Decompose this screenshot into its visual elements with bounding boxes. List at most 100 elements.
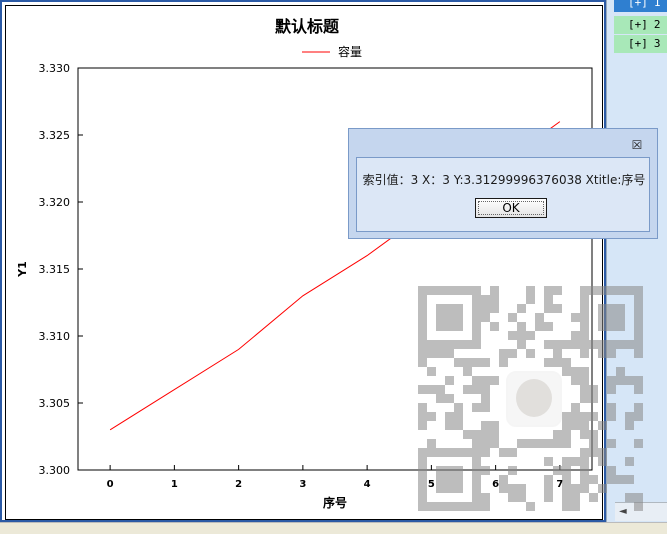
qr-module <box>454 502 463 511</box>
qr-module <box>427 349 436 358</box>
qr-module <box>589 430 598 439</box>
qr-module <box>463 340 472 349</box>
qr-module <box>517 484 526 493</box>
qr-module <box>490 430 499 439</box>
qr-module <box>580 466 589 475</box>
message-dialog: ☒ 索引值：3 X：3 Y:3.31299996376038 Xtitle:序号… <box>348 128 658 239</box>
qr-module <box>562 358 571 367</box>
qr-module <box>490 376 499 385</box>
qr-module <box>517 493 526 502</box>
qr-module <box>427 286 436 295</box>
qr-module <box>571 457 580 466</box>
qr-module <box>571 313 580 322</box>
qr-module <box>472 358 481 367</box>
qr-module <box>544 475 553 484</box>
qr-module <box>535 313 544 322</box>
qr-module <box>625 493 634 502</box>
qr-module <box>472 322 481 331</box>
qr-module <box>580 313 589 322</box>
qr-module <box>490 304 499 313</box>
qr-module <box>445 475 454 484</box>
qr-module <box>562 493 571 502</box>
qr-module <box>508 484 517 493</box>
qr-module <box>580 421 589 430</box>
qr-module <box>418 295 427 304</box>
qr-module <box>526 295 535 304</box>
qr-module <box>436 322 445 331</box>
qr-module <box>607 304 616 313</box>
qr-module <box>544 295 553 304</box>
qr-module <box>445 304 454 313</box>
qr-module <box>607 322 616 331</box>
qr-module <box>616 340 625 349</box>
qr-module <box>472 304 481 313</box>
qr-module <box>427 367 436 376</box>
tree-item-3[interactable]: [+] 3 <box>614 35 667 53</box>
qr-module <box>634 502 643 511</box>
expand-marker[interactable]: [+] <box>628 0 648 9</box>
qr-module <box>553 340 562 349</box>
x-tick-label: 4 <box>364 479 371 490</box>
qr-module <box>607 340 616 349</box>
qr-module <box>580 412 589 421</box>
qr-module <box>634 412 643 421</box>
dialog-message: 索引值：3 X：3 Y:3.31299996376038 Xtitle:序号 <box>362 173 646 187</box>
qr-module <box>580 394 589 403</box>
qr-module <box>481 394 490 403</box>
qr-module <box>418 484 427 493</box>
qr-module <box>445 466 454 475</box>
qr-module <box>607 376 616 385</box>
pug-face-icon <box>516 379 552 417</box>
qr-module <box>625 475 634 484</box>
qr-module <box>526 502 535 511</box>
qr-module <box>472 475 481 484</box>
qr-module <box>625 457 634 466</box>
qr-module <box>454 412 463 421</box>
qr-module <box>625 421 634 430</box>
qr-module <box>418 304 427 313</box>
qr-module <box>418 403 427 412</box>
chart-title: 默认标题 <box>275 17 340 36</box>
qr-module <box>445 340 454 349</box>
expand-marker[interactable]: [+] <box>628 37 648 50</box>
qr-module <box>463 448 472 457</box>
qr-module <box>436 394 445 403</box>
qr-module <box>589 286 598 295</box>
qr-module <box>598 421 607 430</box>
ok-button[interactable]: OK <box>475 198 547 218</box>
close-icon[interactable]: ☒ <box>631 139 643 151</box>
qr-module <box>607 286 616 295</box>
qr-module <box>454 466 463 475</box>
tree-item-2[interactable]: [+] 2 <box>614 16 667 34</box>
qr-module <box>481 493 490 502</box>
qr-module <box>544 484 553 493</box>
qr-module <box>580 367 589 376</box>
qr-module <box>418 385 427 394</box>
qr-module <box>598 448 607 457</box>
qr-module <box>436 286 445 295</box>
x-tick-label: 0 <box>107 479 114 490</box>
qr-module <box>598 457 607 466</box>
tree-item-1[interactable]: [+] 1 <box>614 0 667 12</box>
qr-module <box>490 322 499 331</box>
qr-module <box>517 304 526 313</box>
qr-module <box>445 322 454 331</box>
qr-module <box>526 286 535 295</box>
qr-module <box>607 349 616 358</box>
qr-module <box>562 421 571 430</box>
qr-module <box>616 475 625 484</box>
qr-logo <box>506 371 562 427</box>
qr-module <box>508 313 517 322</box>
qr-module <box>544 358 553 367</box>
qr-module <box>553 304 562 313</box>
qr-module <box>616 304 625 313</box>
qr-module <box>445 502 454 511</box>
expand-marker[interactable]: [+] <box>628 18 648 31</box>
qr-module <box>499 448 508 457</box>
x-tick-label: 3 <box>299 479 306 490</box>
qr-module <box>580 286 589 295</box>
qr-module <box>607 385 616 394</box>
qr-module <box>634 340 643 349</box>
qr-module <box>607 439 616 448</box>
qr-module <box>463 367 472 376</box>
